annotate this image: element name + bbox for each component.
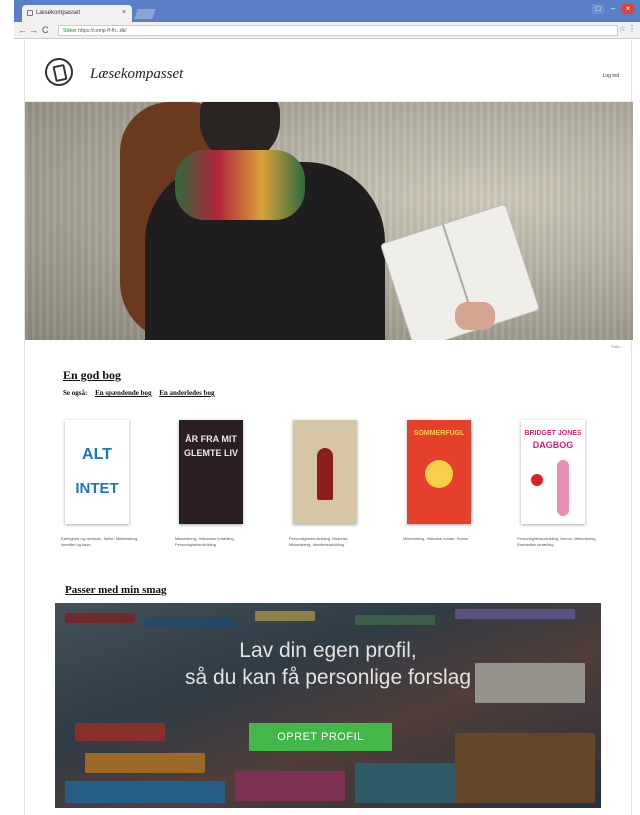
link-different-book[interactable]: En anderledes bog: [159, 389, 214, 397]
browser-tab[interactable]: Læsekompasset ×: [22, 5, 132, 22]
hero-hand: [455, 302, 495, 330]
tab-close-icon[interactable]: ×: [122, 9, 126, 16]
see-also-label: Se også:: [63, 389, 88, 397]
cover-figure: [557, 460, 569, 516]
book-description: Mikkelsberg, Historisk roman, Humor: [403, 536, 469, 541]
see-also-links: Se også: En spændende bog En anderledes …: [63, 389, 214, 397]
restore-button[interactable]: □: [592, 4, 604, 14]
banner-overlay: [55, 603, 601, 808]
banner-headline: Lav din egen profil,: [239, 639, 417, 662]
book-description: Personlighedsudvikling, Historisk, Mikke…: [289, 536, 349, 547]
book-description: Mikkelsberg, Historiske fortælling, Pers…: [175, 536, 235, 547]
link-exciting-book[interactable]: En spændende bog: [95, 389, 151, 397]
browser-toolbar: ← → C Sikker https://comp-ff-fh...dk/ ☆ …: [14, 22, 640, 39]
cover-badge: [531, 474, 543, 486]
menu-icon[interactable]: ⋮: [628, 24, 636, 33]
favicon-icon: [27, 10, 33, 16]
banner-subheadline: så du kan få personlige forslag: [184, 666, 471, 689]
hero-scarf: [175, 150, 305, 220]
cover-title: BRIDGET JONES: [524, 430, 582, 437]
new-tab-button[interactable]: [134, 9, 156, 19]
cover-subtitle: DAGBOG: [532, 440, 574, 450]
tab-title: Læsekompasset: [36, 10, 81, 16]
address-bar[interactable]: Sikker https://comp-ff-fh...dk/: [58, 25, 618, 36]
photo-credit: Foto: ...: [611, 344, 625, 349]
secure-label: Sikker: [63, 28, 77, 34]
book-cover[interactable]: ALT INTET: [65, 420, 129, 524]
logo-icon[interactable]: [45, 58, 73, 86]
tab-strip: Læsekompasset × □ – ×: [14, 0, 640, 22]
book-list: ALT INTET Kærlighed og venskab, Tanke. M…: [61, 414, 621, 584]
create-profile-button[interactable]: OPRET PROFIL: [249, 723, 392, 751]
cover-figure: [317, 448, 333, 500]
back-button[interactable]: ←: [18, 25, 27, 35]
profile-banner: Lav din egen profil, så du kan få person…: [55, 603, 601, 808]
minimize-button[interactable]: –: [607, 4, 619, 14]
cover-title: SOMMERFUGL: [413, 430, 465, 437]
book-cover[interactable]: BRIDGET JONES DAGBOG: [521, 420, 585, 524]
book-description: Personlighedsudvikling, Humor, Mikkelsbe…: [517, 536, 597, 547]
section-title-my-taste[interactable]: Passer med min smag: [65, 584, 167, 596]
cover-subtitle: GLEMTE LIV: [184, 448, 238, 458]
site-header: Læsekompasset Log ind: [25, 40, 633, 102]
close-window-button[interactable]: ×: [622, 4, 634, 14]
section-title-good-book[interactable]: En god bog: [63, 368, 121, 383]
book-cover[interactable]: SOMMERFUGL: [407, 420, 471, 524]
cover-subtitle: INTET: [75, 480, 119, 497]
browser-window: Læsekompasset × □ – × ← → C Sikker https…: [0, 0, 640, 815]
reload-button[interactable]: C: [42, 25, 49, 35]
cover-sun: [425, 460, 453, 488]
cover-title: ÅR FRA MIT: [185, 434, 237, 444]
site-brand[interactable]: Læsekompasset: [90, 66, 183, 83]
cover-title: ALT: [82, 446, 112, 463]
window-controls: □ – ×: [592, 4, 634, 14]
book-description: Kærlighed og venskab, Tanke. Mikkelsberg…: [61, 536, 139, 547]
book-cover[interactable]: [293, 420, 357, 524]
page: Læsekompasset Log ind Foto: ... En god b…: [24, 40, 633, 815]
forward-button[interactable]: →: [29, 25, 38, 35]
hero-image: [25, 102, 633, 340]
login-link[interactable]: Log ind: [603, 73, 619, 79]
url-text: https://comp-ff-fh...dk/: [78, 28, 127, 34]
star-icon[interactable]: ☆: [619, 24, 626, 33]
book-cover[interactable]: ÅR FRA MIT GLEMTE LIV: [179, 420, 243, 524]
